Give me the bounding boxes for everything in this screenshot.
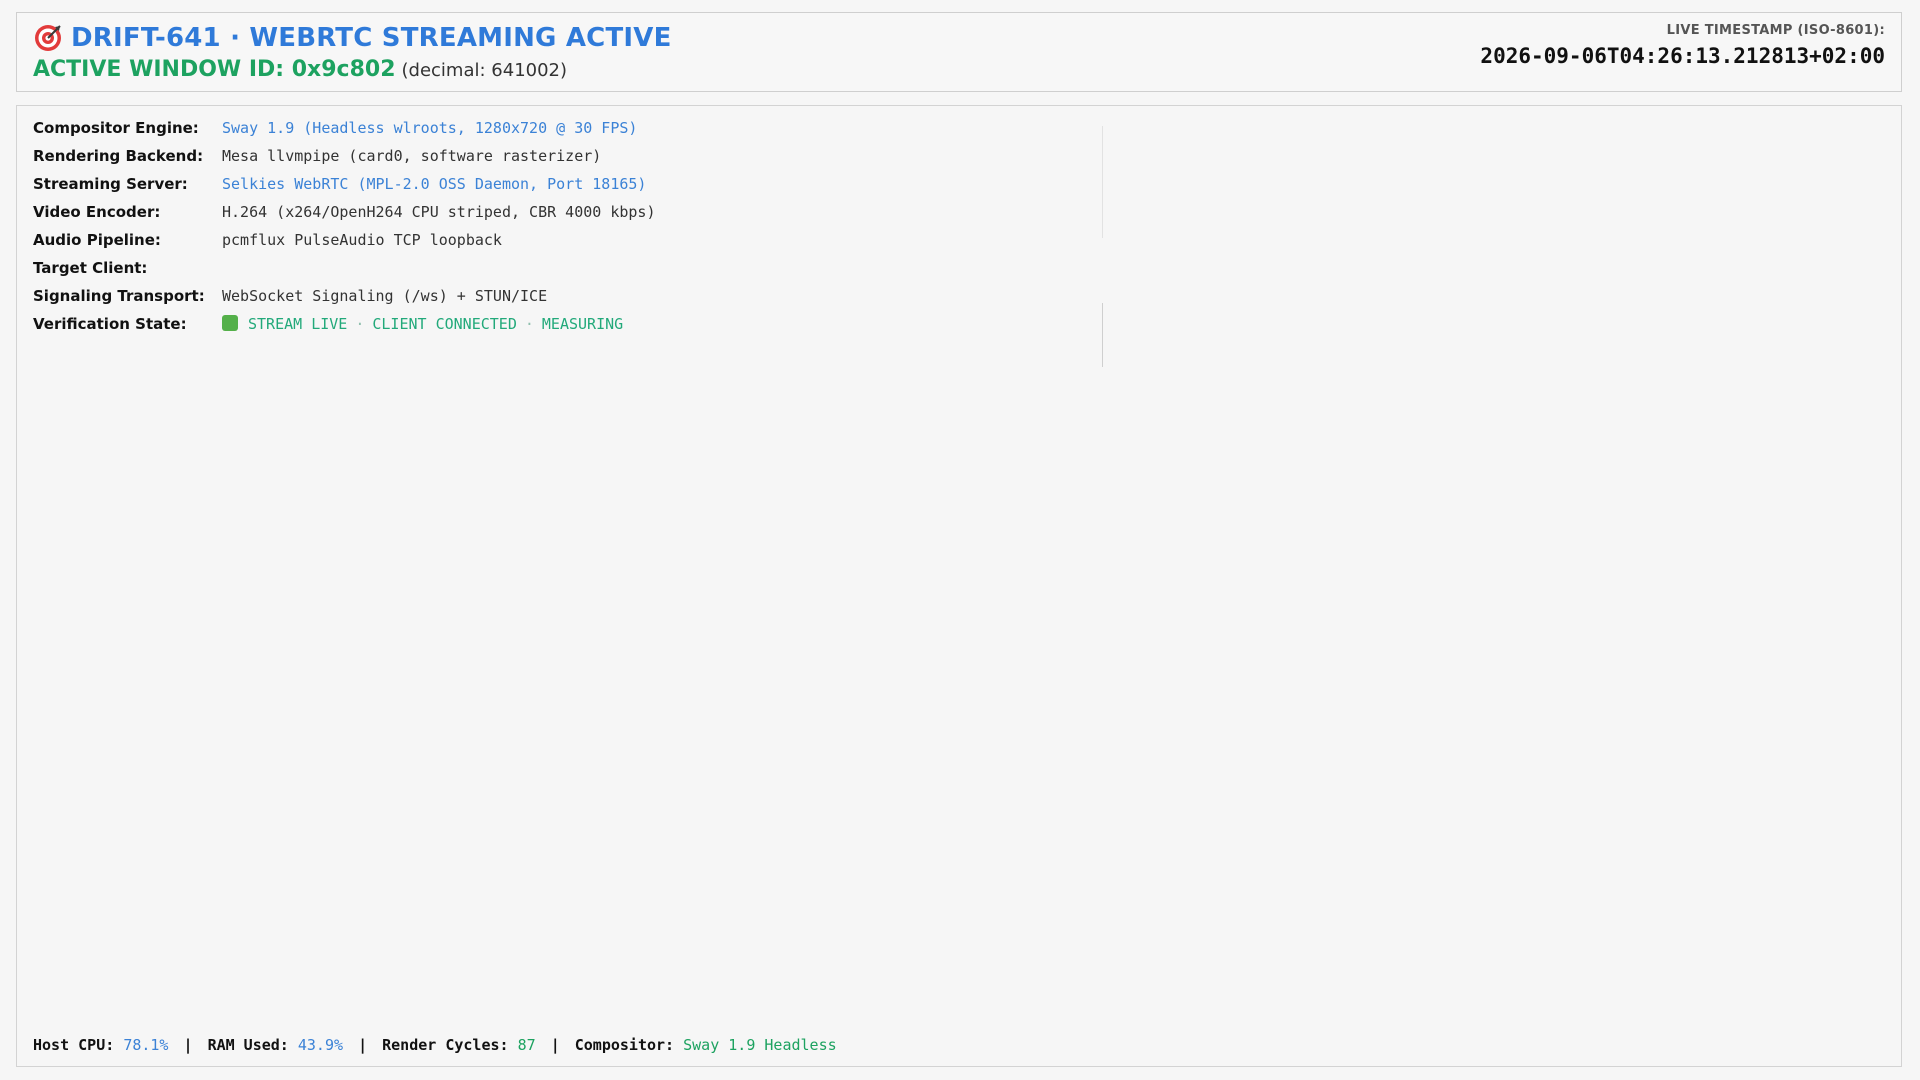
column-divider xyxy=(1102,303,1103,367)
render-cycles-value: 87 xyxy=(517,1036,536,1054)
info-value: Selkies WebRTC (MPL-2.0 OSS Daemon, Port… xyxy=(222,175,647,193)
cpu-value: 78.1% xyxy=(123,1036,169,1054)
window-id-decimal: (decimal: 641002) xyxy=(401,60,568,81)
footer-separator: | xyxy=(550,1036,560,1054)
info-value: WebSocket Signaling (/ws) + STUN/ICE xyxy=(222,287,548,305)
window-id-row: ACTIVE WINDOW ID: 0x9c802 (decimal: 6410… xyxy=(33,57,567,82)
window-id-hex: ACTIVE WINDOW ID: 0x9c802 xyxy=(33,57,396,82)
info-label: Verification State: xyxy=(33,315,187,333)
status-part-client: CLIENT CONNECTED xyxy=(372,315,517,333)
status-part-live: STREAM LIVE xyxy=(248,315,348,333)
header-panel: DRIFT-641 · WEBRTC STREAMING ACTIVE ACTI… xyxy=(16,12,1902,92)
footer-separator: | xyxy=(183,1036,193,1054)
info-row-target: Target Client: xyxy=(33,254,655,282)
info-label: Video Encoder: xyxy=(33,203,161,221)
status-separator: · xyxy=(524,315,534,333)
info-value: pcmflux PulseAudio TCP loopback xyxy=(222,231,502,249)
info-label: Signaling Transport: xyxy=(33,287,205,305)
compositor-label: Compositor: xyxy=(574,1036,675,1054)
timestamp-block: LIVE TIMESTAMP (ISO-8601): 2026-09-06T04… xyxy=(1480,23,1885,68)
info-row-signaling: Signaling Transport: WebSocket Signaling… xyxy=(33,282,655,310)
info-label: Audio Pipeline: xyxy=(33,231,161,249)
footer-stats: Host CPU: 78.1% | RAM Used: 43.9% | Rend… xyxy=(33,1036,837,1054)
info-row-verification: Verification State: STREAM LIVE · CLIENT C… xyxy=(33,310,655,338)
info-value: Mesa llvmpipe (card0, software rasterize… xyxy=(222,147,602,165)
info-label: Compositor Engine: xyxy=(33,119,199,137)
info-value: Sway 1.9 (Headless wlroots, 1280x720 @ 3… xyxy=(222,119,638,137)
info-row-rendering: Rendering Backend: Mesa llvmpipe (card0,… xyxy=(33,142,655,170)
ram-label: RAM Used: xyxy=(207,1036,289,1054)
info-table: Compositor Engine: Sway 1.9 (Headless wl… xyxy=(33,114,655,338)
status-dot-icon xyxy=(222,315,238,331)
timestamp-value: 2026-09-06T04:26:13.212813+02:00 xyxy=(1480,44,1885,68)
info-row-audio: Audio Pipeline: pcmflux PulseAudio TCP l… xyxy=(33,226,655,254)
timestamp-label: LIVE TIMESTAMP (ISO-8601): xyxy=(1666,23,1885,38)
cpu-label: Host CPU: xyxy=(33,1036,115,1054)
status-part-measuring: MEASURING xyxy=(541,315,624,333)
info-label: Streaming Server: xyxy=(33,175,188,193)
info-row-encoder: Video Encoder: H.264 (x264/OpenH264 CPU … xyxy=(33,198,655,226)
info-row-compositor: Compositor Engine: Sway 1.9 (Headless wl… xyxy=(33,114,655,142)
status-badge: STREAM LIVE · CLIENT CONNECTED · MEASURING xyxy=(222,315,623,333)
page-title: DRIFT-641 · WEBRTC STREAMING ACTIVE xyxy=(71,23,672,53)
render-cycles-label: Render Cycles: xyxy=(382,1036,509,1054)
column-divider xyxy=(1102,126,1103,238)
target-icon xyxy=(35,25,61,51)
info-value: H.264 (x264/OpenH264 CPU striped, CBR 40… xyxy=(222,203,656,221)
info-label: Rendering Backend: xyxy=(33,147,204,165)
info-label: Target Client: xyxy=(33,259,148,277)
status-separator: · xyxy=(355,315,365,333)
info-row-streaming: Streaming Server: Selkies WebRTC (MPL-2.… xyxy=(33,170,655,198)
header-title-row: DRIFT-641 · WEBRTC STREAMING ACTIVE xyxy=(33,23,672,53)
main-panel: Compositor Engine: Sway 1.9 (Headless wl… xyxy=(16,105,1902,1067)
ram-value: 43.9% xyxy=(297,1036,344,1054)
footer-separator: | xyxy=(358,1036,368,1054)
compositor-value: Sway 1.9 Headless xyxy=(683,1036,837,1054)
